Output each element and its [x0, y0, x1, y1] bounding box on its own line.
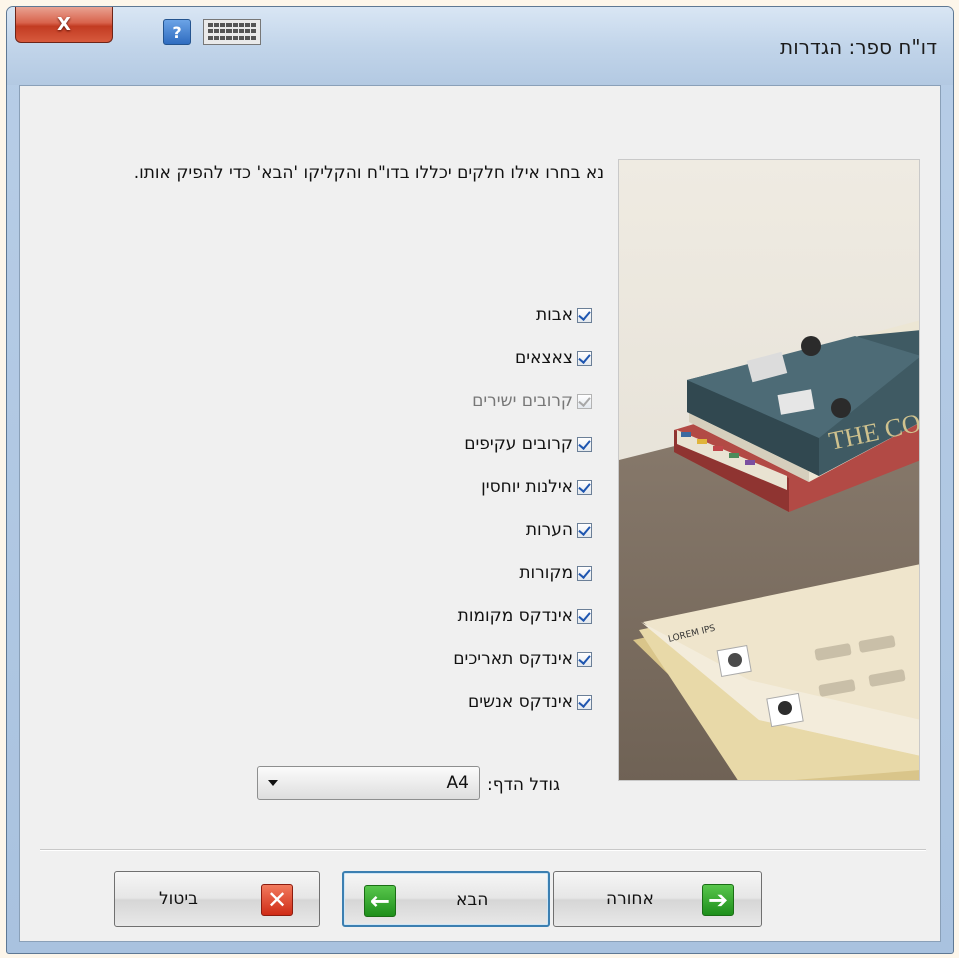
- section-option-label: אבות: [536, 305, 573, 325]
- section-option[interactable]: הערות: [453, 519, 592, 541]
- arrow-right-icon: ➔: [702, 884, 734, 916]
- keyboard-icon[interactable]: [203, 19, 261, 45]
- dialog-content: נא בחרו אילו חלקים יכללו בדו"ח והקליקו '…: [19, 85, 941, 942]
- section-checkbox[interactable]: [577, 436, 592, 452]
- section-option-label: אילנות יוחסין: [481, 477, 573, 497]
- help-icon: ?: [172, 22, 182, 42]
- section-option[interactable]: אבות: [453, 304, 592, 326]
- section-option-label: קרובים ישירים: [472, 391, 573, 411]
- section-option-label: אינדקס מקומות: [457, 606, 573, 626]
- section-checkbox[interactable]: [577, 350, 592, 366]
- close-icon: X: [57, 14, 71, 35]
- page-size-dropdown[interactable]: A4: [257, 766, 480, 800]
- section-option[interactable]: אינדקס תאריכים: [453, 648, 592, 670]
- section-option[interactable]: אינדקס מקומות: [453, 605, 592, 627]
- instructions-text: נא בחרו אילו חלקים יכללו בדו"ח והקליקו '…: [133, 163, 604, 183]
- section-option-label: צאצאים: [515, 348, 573, 368]
- back-button-label: אחורה: [606, 889, 654, 909]
- section-option-label: מקורות: [519, 563, 573, 583]
- help-button[interactable]: ?: [163, 19, 191, 45]
- section-checkbox[interactable]: [577, 565, 592, 581]
- section-option-label: הערות: [525, 520, 573, 540]
- section-checkbox[interactable]: [577, 522, 592, 538]
- section-option[interactable]: אילנות יוחסין: [453, 476, 592, 498]
- close-button[interactable]: X: [15, 7, 113, 43]
- page-size-label: גודל הדף:: [487, 775, 560, 795]
- arrow-left-icon: ←: [364, 885, 396, 917]
- cancel-x-icon: ✕: [261, 884, 293, 916]
- back-button[interactable]: ➔ אחורה: [553, 871, 762, 927]
- section-checkbox[interactable]: [577, 608, 592, 624]
- section-checkbox[interactable]: [577, 694, 592, 710]
- section-option[interactable]: קרובים עקיפים: [453, 433, 592, 455]
- section-option: קרובים ישירים: [453, 390, 592, 412]
- button-divider: [40, 849, 926, 851]
- page-size-value: A4: [446, 773, 469, 793]
- books-illustration: THE COPP LOREM IPS: [618, 159, 920, 781]
- dialog-window: X ? דו"ח ספר: הגדרות נא בחרו אילו חלקים …: [6, 6, 954, 954]
- cancel-button-label: ביטול: [159, 889, 198, 909]
- title-bar[interactable]: X ? דו"ח ספר: הגדרות: [7, 7, 953, 85]
- section-option[interactable]: צאצאים: [453, 347, 592, 369]
- section-checkbox: [577, 393, 592, 409]
- cancel-button[interactable]: ✕ ביטול: [114, 871, 320, 927]
- window-title: דו"ח ספר: הגדרות: [780, 35, 937, 59]
- section-checkbox[interactable]: [577, 307, 592, 323]
- section-option-label: קרובים עקיפים: [464, 434, 573, 454]
- section-option[interactable]: אינדקס אנשים: [453, 691, 592, 713]
- section-option-label: אינדקס תאריכים: [453, 649, 573, 669]
- section-checkbox[interactable]: [577, 651, 592, 667]
- section-option[interactable]: מקורות: [453, 562, 592, 584]
- section-option-label: אינדקס אנשים: [467, 692, 573, 712]
- section-checkbox[interactable]: [577, 479, 592, 495]
- next-button[interactable]: ← הבא: [342, 871, 550, 927]
- report-sections-list: אבות צאצאים קרובים ישירים קרובים עקיפים אילנ…: [453, 304, 592, 734]
- next-button-label: הבא: [456, 890, 489, 910]
- dropdown-arrow-icon: [268, 780, 278, 786]
